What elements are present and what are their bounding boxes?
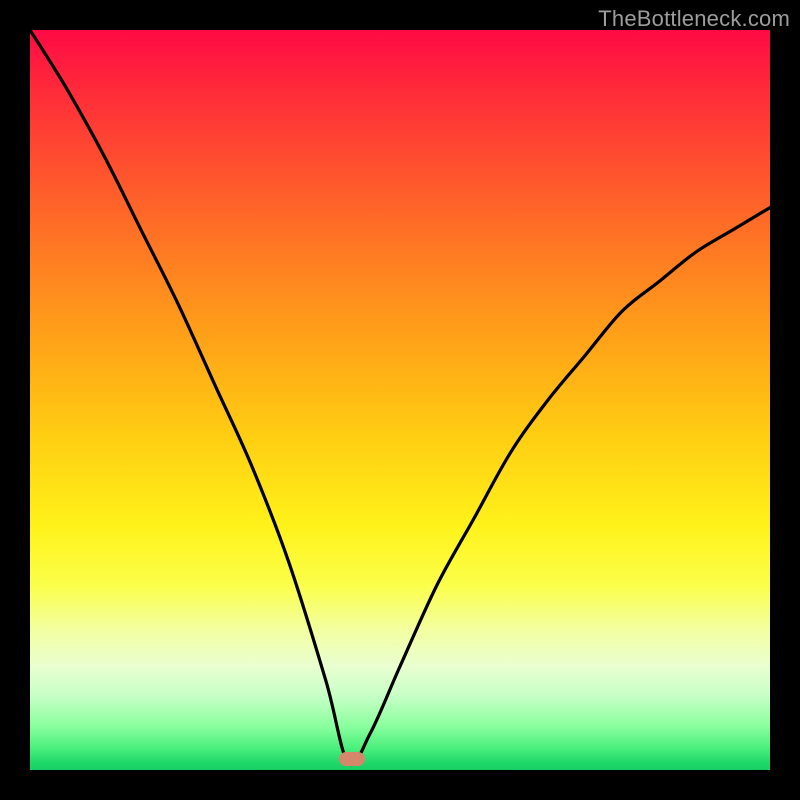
minimum-marker bbox=[339, 752, 365, 766]
watermark-text: TheBottleneck.com bbox=[598, 6, 790, 32]
chart-frame: TheBottleneck.com bbox=[0, 0, 800, 800]
bottleneck-curve bbox=[30, 30, 770, 770]
gradient-heatmap-background bbox=[30, 30, 770, 770]
